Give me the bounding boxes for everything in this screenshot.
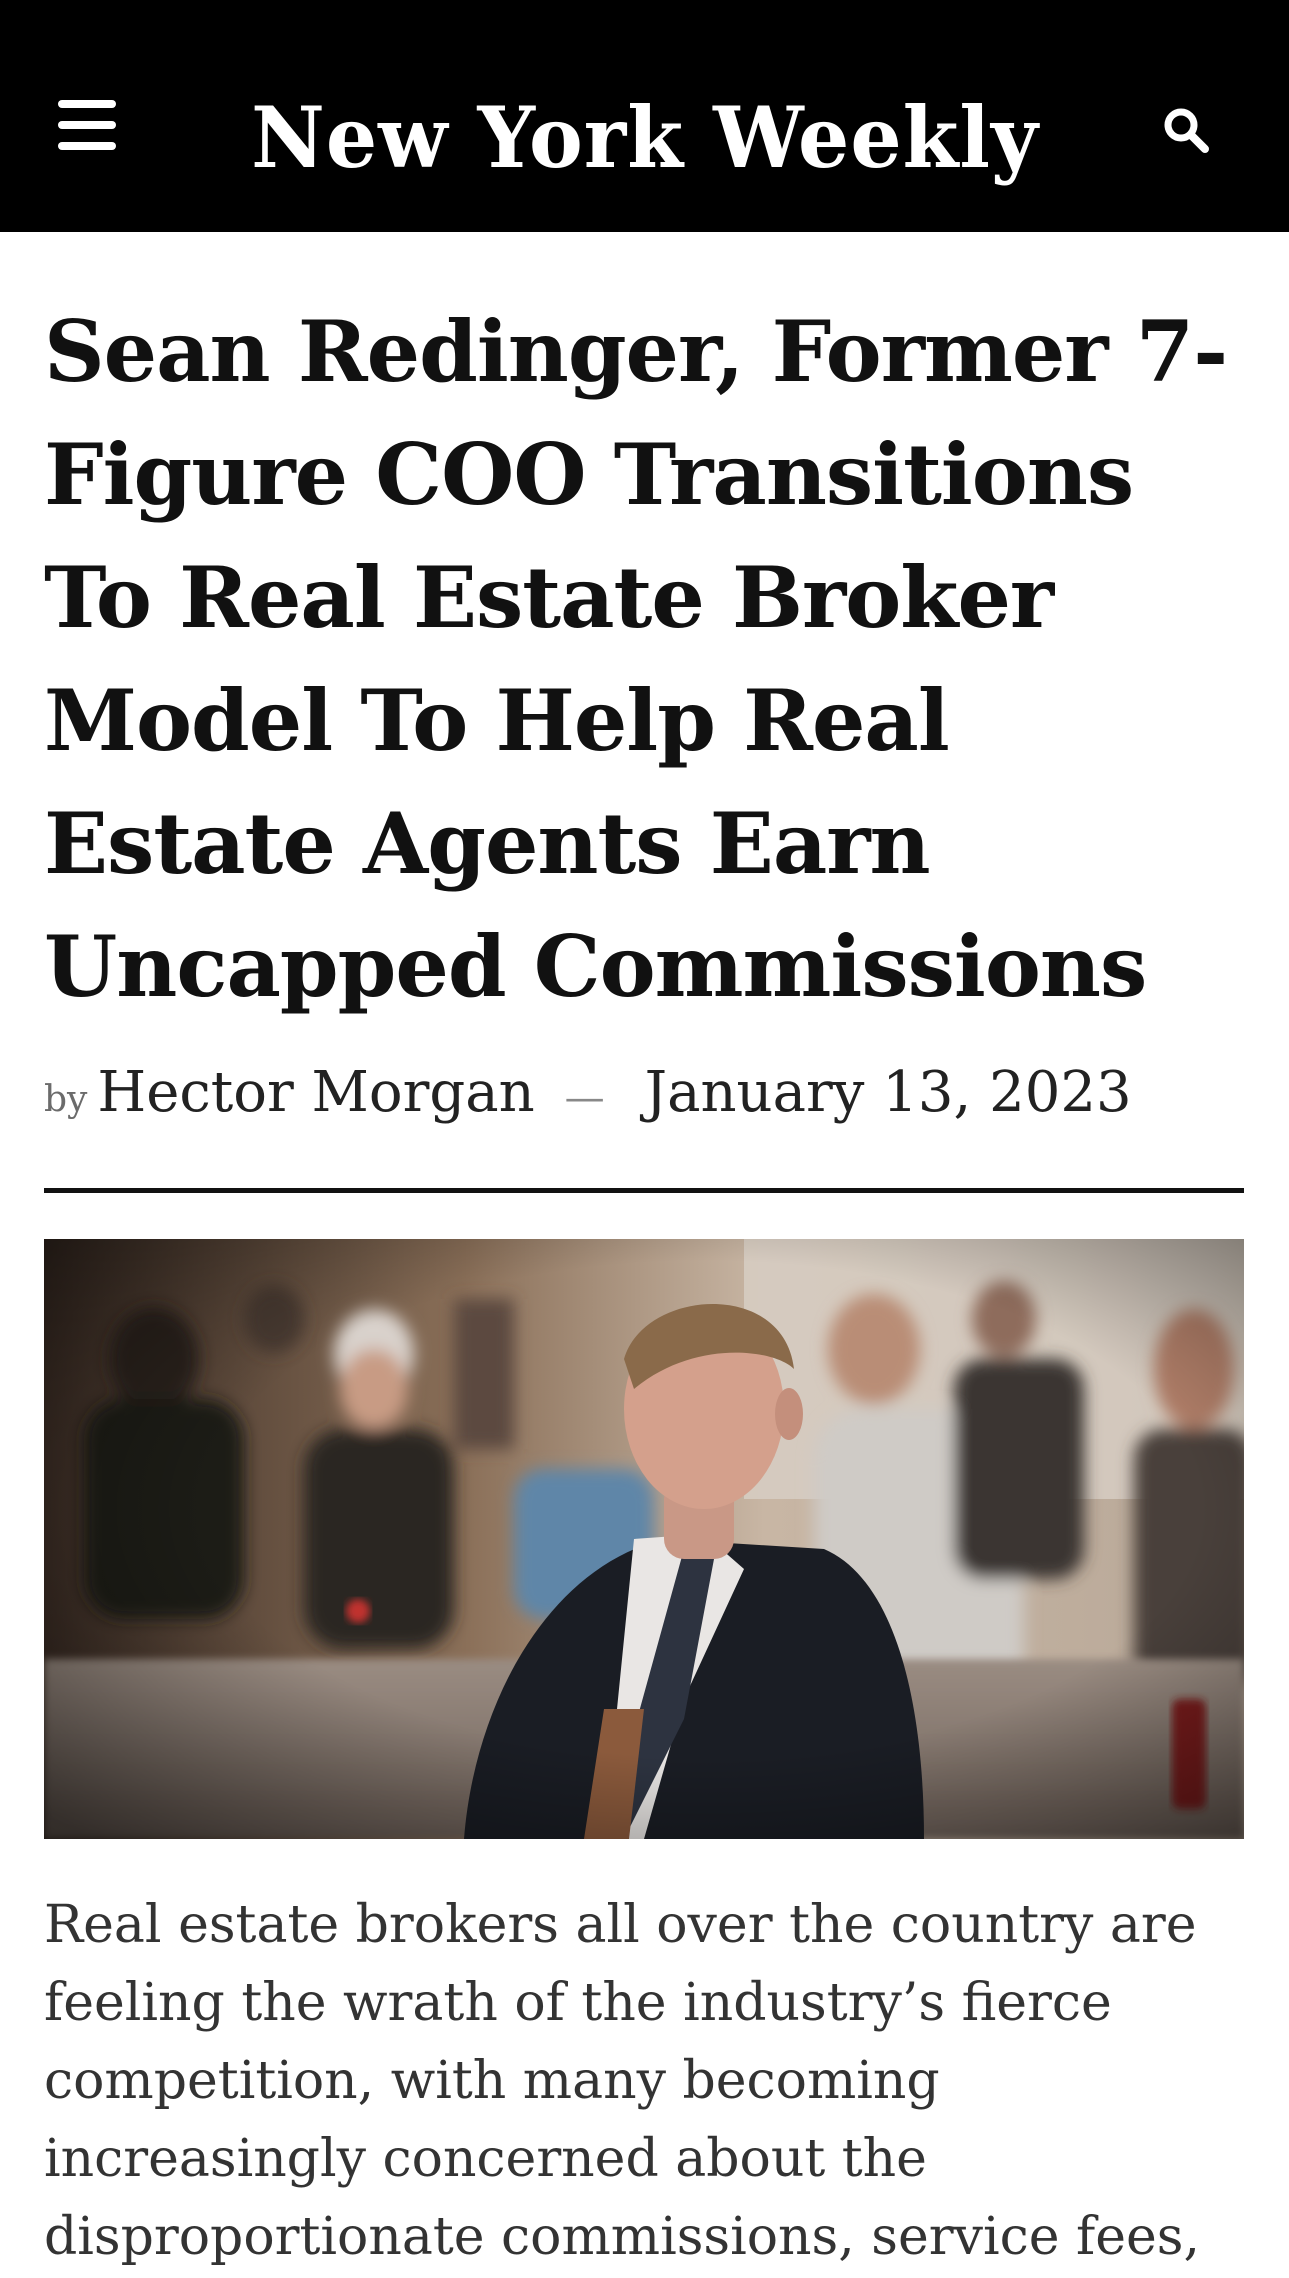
author-link[interactable]: Hector Morgan: [97, 1060, 534, 1125]
article-byline: by Hector Morgan — January 13, 2023: [44, 1060, 1244, 1144]
site-logo[interactable]: New York Weekly: [199, 72, 1092, 202]
article-body-paragraph: Real estate brokers all over the country…: [44, 1895, 1201, 2267]
byline-separator: —: [564, 1075, 605, 1121]
hamburger-menu-icon[interactable]: [56, 100, 122, 152]
byline-prefix: by: [44, 1079, 88, 1120]
search-icon[interactable]: [1160, 104, 1212, 156]
article-headline: Sean Redinger, Former 7-Figure COO Trans…: [44, 302, 1228, 1016]
site-header: New York Weekly: [0, 0, 1289, 232]
featured-image-illustration: [44, 1239, 1244, 1839]
featured-image: [44, 1239, 1244, 1839]
publish-date: January 13, 2023: [644, 1060, 1132, 1125]
byline-divider: [44, 1188, 1244, 1193]
